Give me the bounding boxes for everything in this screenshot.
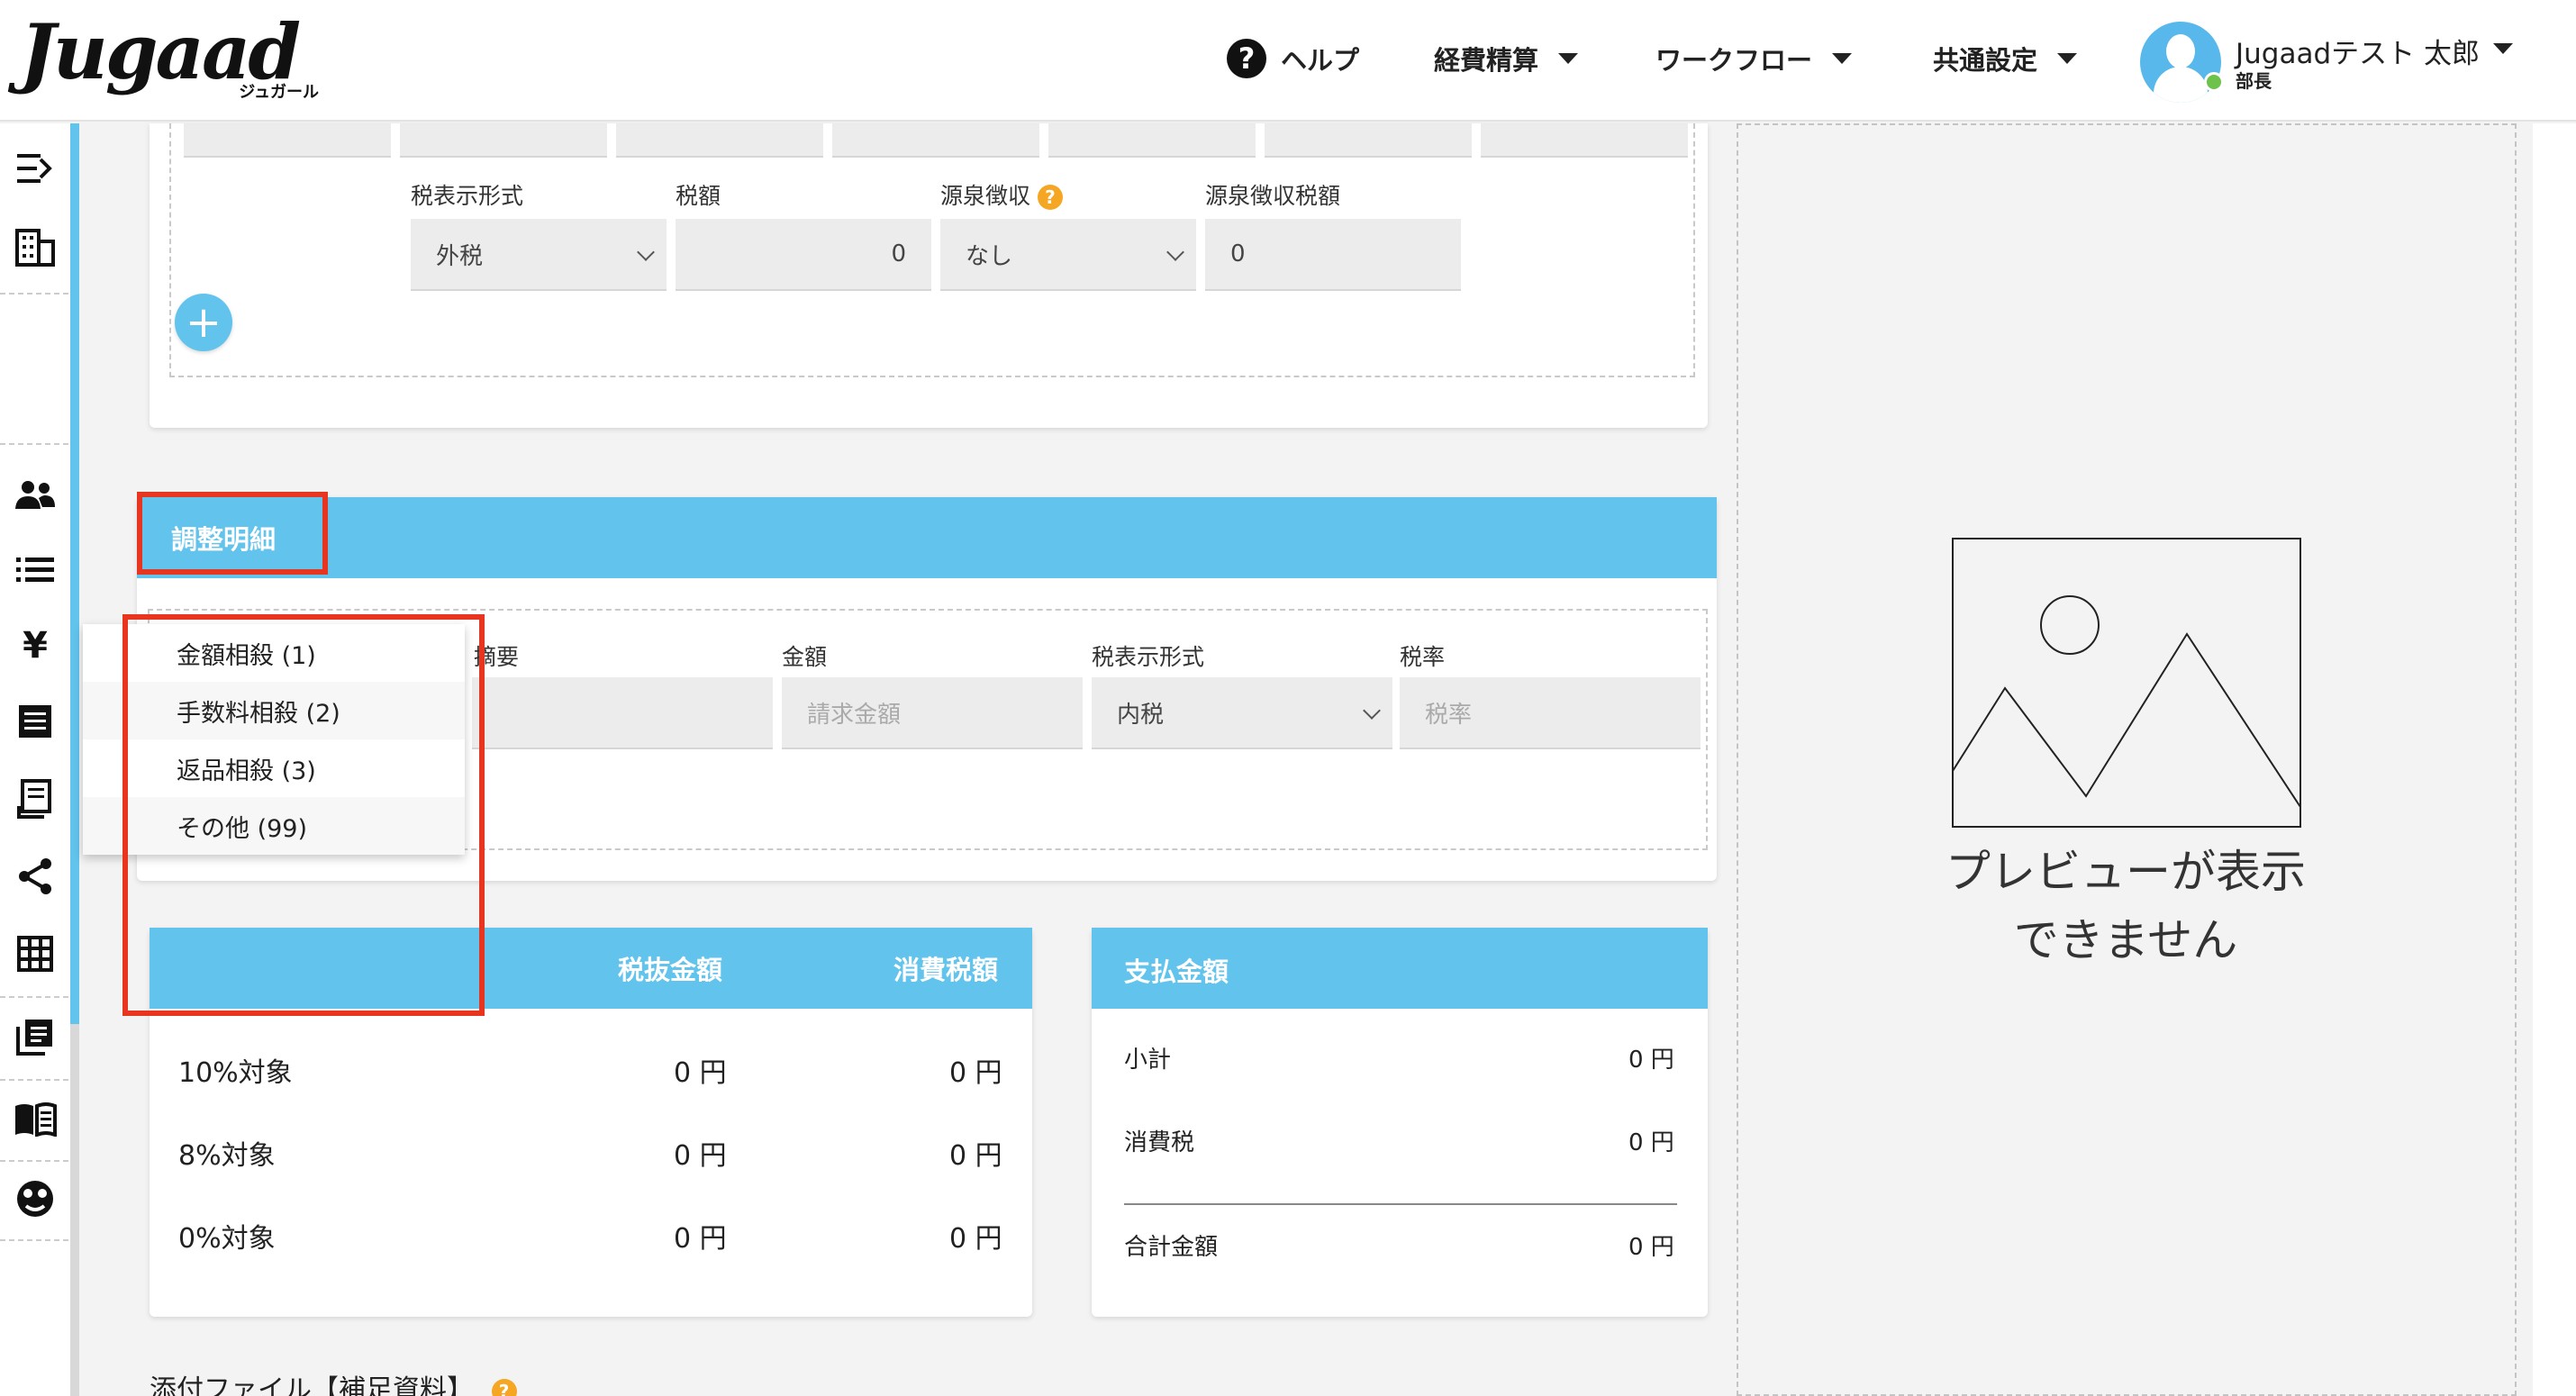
chevron-down-icon xyxy=(1166,243,1184,261)
user-menu-caret-icon[interactable] xyxy=(2493,43,2513,54)
adjustment-header: 調整明細 xyxy=(137,497,1717,578)
tax-row-label: 8%対象 xyxy=(178,1140,276,1172)
payment-tax-value: 0 円 xyxy=(1628,1129,1674,1156)
caret-down-icon xyxy=(1832,53,1853,64)
payment-title: 支払金額 xyxy=(1124,956,1229,987)
summary-input[interactable] xyxy=(472,677,773,749)
tax-row-excl: 0 円 xyxy=(674,1223,727,1255)
documents-icon[interactable] xyxy=(13,1014,58,1059)
payment-header: 支払金額 xyxy=(1092,928,1708,1009)
tax-row-label: 0%対象 xyxy=(178,1223,276,1255)
total-divider xyxy=(1124,1203,1677,1205)
share-icon[interactable] xyxy=(13,854,58,899)
attachment-label: 添付ファイル【補足資料】 ? xyxy=(150,1367,517,1396)
tax-display-label: 税表示形式 xyxy=(411,183,524,209)
common-settings-menu[interactable]: 共通設定 xyxy=(1933,36,2078,81)
withholding-amount-label: 源泉徴収税額 xyxy=(1205,183,1341,209)
tax-rate-label: 税率 xyxy=(1400,644,1446,670)
preview-unavailable-message: プレビューが表示 できません xyxy=(1946,846,2306,966)
adj-tax-display-select[interactable]: 内税 xyxy=(1092,677,1392,749)
withholding-amount-input[interactable]: 0 xyxy=(1205,219,1461,291)
user-name[interactable]: Jugaadテスト 太郎 xyxy=(2236,31,2480,71)
subtotal-value: 0 円 xyxy=(1628,1047,1674,1074)
consumption-tax-header: 消費税額 xyxy=(893,955,999,985)
amount-input[interactable]: 請求金額 xyxy=(782,677,1083,749)
total-label: 合計金額 xyxy=(1124,1234,1219,1261)
tax-row-tax: 0 円 xyxy=(949,1140,1002,1172)
collapse-menu-icon[interactable] xyxy=(13,146,58,191)
tax-display-select[interactable]: 外税 xyxy=(411,219,667,291)
image-placeholder-icon xyxy=(1952,538,2301,828)
help-icon: ? xyxy=(1227,39,1266,78)
caret-down-icon xyxy=(2057,53,2078,64)
tax-row-excl: 0 円 xyxy=(674,1057,727,1089)
ledger-icon[interactable] xyxy=(13,699,58,744)
subtotal-label: 小計 xyxy=(1124,1047,1172,1074)
online-status-icon xyxy=(2204,72,2224,92)
detail-row-box xyxy=(169,123,1695,377)
manual-book-icon[interactable] xyxy=(13,1097,58,1142)
withholding-label: 源泉徴収 ? xyxy=(940,178,1063,211)
users-icon[interactable] xyxy=(13,472,58,517)
tax-row-tax: 0 円 xyxy=(949,1057,1002,1089)
chevron-down-icon xyxy=(637,243,655,261)
support-icon[interactable] xyxy=(13,1176,58,1221)
preview-scrollbar[interactable] xyxy=(2533,123,2576,1396)
workflow-menu[interactable]: ワークフロー xyxy=(1655,36,1853,81)
tax-amount-input[interactable]: 0 xyxy=(676,219,931,291)
help-menu[interactable]: ? ヘルプ xyxy=(1227,36,1359,81)
amount-label: 金額 xyxy=(782,644,828,670)
adj-tax-display-label: 税表示形式 xyxy=(1092,644,1205,670)
caret-down-icon xyxy=(1558,53,1579,64)
add-detail-row-button[interactable]: + xyxy=(175,294,232,351)
withholding-select[interactable]: なし xyxy=(940,219,1196,291)
chevron-down-icon xyxy=(1363,702,1381,720)
payment-tax-label: 消費税 xyxy=(1124,1129,1195,1156)
excl-amount-header: 税抜金額 xyxy=(618,955,723,985)
grid-table-icon[interactable] xyxy=(13,931,58,976)
user-role: 部長 xyxy=(2236,70,2272,92)
total-value: 0 円 xyxy=(1628,1234,1674,1261)
attachment-help-icon[interactable]: ? xyxy=(491,1378,517,1396)
highlight-box-title xyxy=(137,492,328,575)
list-icon[interactable] xyxy=(13,548,58,593)
tax-row-tax: 0 円 xyxy=(949,1223,1002,1255)
withholding-help-icon[interactable]: ? xyxy=(1037,185,1063,210)
app-header: Jugaad ジュガール ? ヘルプ 経費精算 ワークフロー 共通設定 Juga… xyxy=(0,0,2576,122)
sidebar-scroll-indicator xyxy=(70,123,79,1024)
receipt-icon[interactable] xyxy=(13,776,58,821)
tax-row-excl: 0 円 xyxy=(674,1140,727,1172)
tax-row-label: 10%対象 xyxy=(178,1057,293,1089)
expense-menu[interactable]: 経費精算 xyxy=(1434,36,1579,81)
highlight-box-item xyxy=(122,614,485,1016)
company-building-icon[interactable] xyxy=(13,225,58,270)
jugaad-logo[interactable]: Jugaad ジュガール xyxy=(20,7,326,106)
yen-icon[interactable]: ¥ xyxy=(13,623,58,668)
tax-amount-label: 税額 xyxy=(676,183,721,209)
tax-rate-input[interactable]: 税率 xyxy=(1400,677,1701,749)
